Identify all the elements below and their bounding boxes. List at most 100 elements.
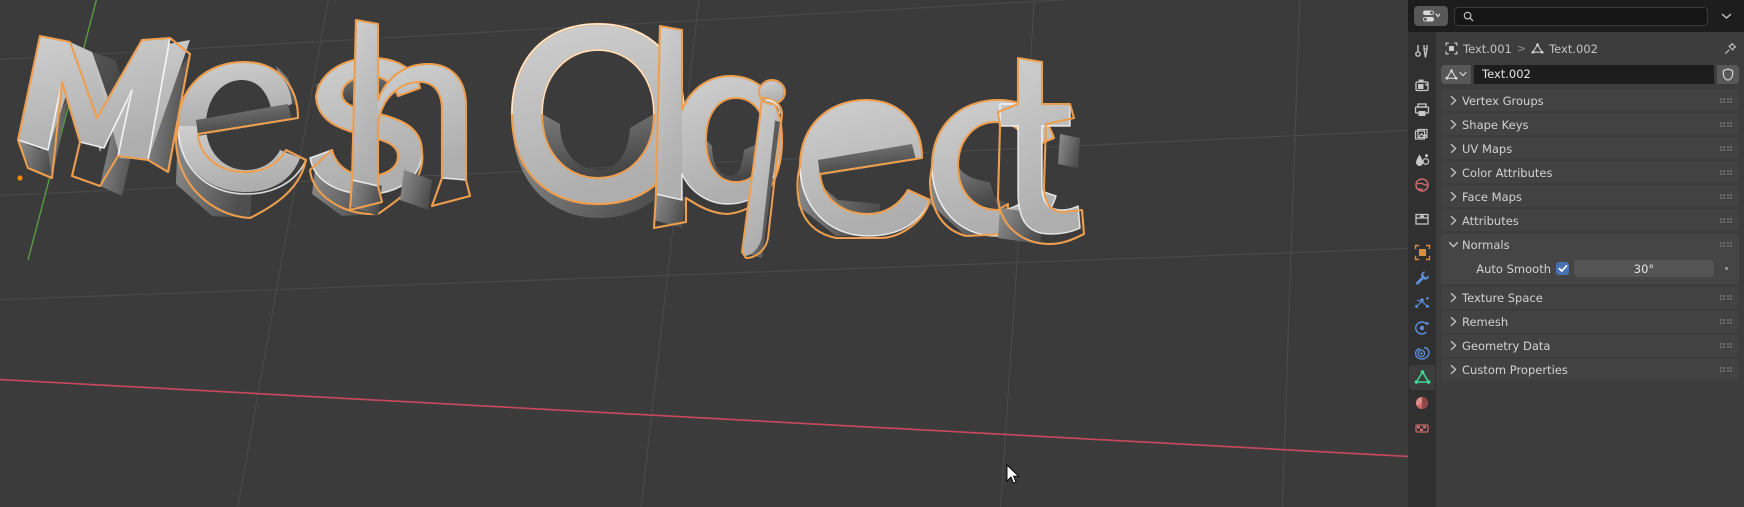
panel-header-uv-maps[interactable]: UV Maps: [1441, 138, 1739, 159]
chevron-right-icon: [1450, 340, 1457, 351]
tab-render[interactable]: [1409, 72, 1435, 97]
panel-drag-grip[interactable]: [1719, 145, 1732, 152]
glyph-M: [16, 34, 192, 196]
auto-smooth-row: Auto Smooth 30°: [1447, 259, 1733, 278]
panel-toggle-remesh[interactable]: [1447, 316, 1460, 327]
panel-title-normals: Normals: [1462, 237, 1510, 252]
id-block-row: Text.002: [1441, 64, 1739, 84]
panel-toggle-custom-properties[interactable]: [1447, 364, 1460, 375]
chevron-right-icon: [1450, 167, 1457, 178]
object-square-icon: [1414, 244, 1430, 261]
panel-toggle-face-maps[interactable]: [1447, 191, 1460, 202]
panel-header-normals[interactable]: Normals: [1441, 234, 1739, 255]
tab-output[interactable]: [1409, 97, 1435, 122]
wrench-icon: [1415, 271, 1429, 285]
panel-drag-grip[interactable]: [1719, 294, 1732, 301]
panel-header-shape-keys[interactable]: Shape Keys: [1441, 114, 1739, 135]
panel-list: Vertex Groups Shape Keys UV Maps Color Attr…: [1441, 90, 1739, 380]
filter-dropdown-button[interactable]: [1714, 6, 1738, 26]
tab-particles[interactable]: [1409, 290, 1435, 315]
editor-type-button[interactable]: [1414, 6, 1448, 26]
glyph-h: [348, 18, 472, 216]
material-sphere-icon: [1416, 396, 1428, 409]
tab-object[interactable]: [1409, 240, 1435, 265]
tab-view-layer[interactable]: [1409, 122, 1435, 147]
panel-drag-grip[interactable]: [1719, 241, 1732, 248]
tab-modifiers[interactable]: [1409, 265, 1435, 290]
mesh-name-field[interactable]: Text.002: [1474, 64, 1714, 84]
tab-scene[interactable]: [1409, 147, 1435, 172]
chevron-down-icon: [1721, 13, 1731, 19]
fake-user-button[interactable]: [1717, 64, 1739, 84]
panel-drag-grip[interactable]: [1719, 193, 1732, 200]
panel-header-geometry-data[interactable]: Geometry Data: [1441, 335, 1739, 356]
panel-custom-properties: Custom Properties: [1441, 359, 1739, 380]
auto-smooth-label: Auto Smooth: [1476, 261, 1551, 276]
auto-smooth-checkbox[interactable]: [1556, 262, 1569, 275]
panel-toggle-attributes[interactable]: [1447, 215, 1460, 226]
pin-id-button[interactable]: [1724, 42, 1737, 55]
tab-world[interactable]: [1409, 172, 1435, 197]
panel-header-texture-space[interactable]: Texture Space: [1441, 287, 1739, 308]
tab-object-data[interactable]: [1409, 365, 1435, 390]
browse-mesh-data-button[interactable]: [1441, 64, 1471, 84]
panel-drag-grip[interactable]: [1719, 342, 1732, 349]
chevron-right-icon: [1450, 292, 1457, 303]
collection-box-icon: [1415, 213, 1429, 225]
panel-toggle-geometry-data[interactable]: [1447, 340, 1460, 351]
tab-collection[interactable]: [1409, 206, 1435, 231]
search-input[interactable]: [1454, 6, 1708, 26]
panel-title-custom-properties: Custom Properties: [1462, 362, 1568, 377]
breadcrumb-data-name[interactable]: Text.002: [1549, 42, 1598, 56]
object-square-icon: [1445, 42, 1458, 55]
panel-header-attributes[interactable]: Attributes: [1441, 210, 1739, 231]
panel-title-color-attributes: Color Attributes: [1462, 165, 1553, 180]
camera-back-icon: [1415, 79, 1429, 91]
particles-icon: [1415, 296, 1429, 308]
blender-window: Text.001 > Text.002 Text.002 Vertex Grou…: [0, 0, 1744, 507]
tab-physics[interactable]: [1409, 315, 1435, 340]
panel-drag-grip[interactable]: [1719, 366, 1732, 373]
panel-drag-grip[interactable]: [1719, 318, 1732, 325]
panel-drag-grip[interactable]: [1719, 121, 1732, 128]
pin-icon: [1724, 42, 1737, 55]
shield-icon: [1722, 67, 1734, 81]
search-icon: [1463, 11, 1474, 21]
world-globe-icon: [1415, 177, 1429, 192]
panel-toggle-normals[interactable]: [1447, 240, 1460, 249]
panel-drag-grip[interactable]: [1719, 169, 1732, 176]
viewport-canvas: [0, 0, 1408, 507]
animate-property-decorator[interactable]: [1719, 262, 1733, 276]
panel-vertex-groups: Vertex Groups: [1441, 90, 1739, 111]
panel-header-custom-properties[interactable]: Custom Properties: [1441, 359, 1739, 380]
3d-viewport[interactable]: [0, 0, 1408, 507]
panel-face-maps: Face Maps: [1441, 186, 1739, 207]
panel-drag-grip[interactable]: [1719, 217, 1732, 224]
panel-toggle-texture-space[interactable]: [1447, 292, 1460, 303]
panel-toggle-shape-keys[interactable]: [1447, 119, 1460, 130]
panel-body-normals: Auto Smooth 30°: [1441, 255, 1739, 284]
panel-toggle-color-attributes[interactable]: [1447, 167, 1460, 178]
breadcrumb-object-name[interactable]: Text.001: [1463, 42, 1512, 56]
x-axis-line: [0, 378, 1408, 458]
panel-title-remesh: Remesh: [1462, 314, 1509, 329]
panel-title-texture-space: Texture Space: [1462, 290, 1543, 305]
panel-toggle-uv-maps[interactable]: [1447, 143, 1460, 154]
panel-header-vertex-groups[interactable]: Vertex Groups: [1441, 90, 1739, 111]
tab-object-constraints[interactable]: [1409, 340, 1435, 365]
checkmark-icon: [1558, 264, 1567, 272]
tab-material[interactable]: [1409, 390, 1435, 415]
panel-header-color-attributes[interactable]: Color Attributes: [1441, 162, 1739, 183]
tab-tool[interactable]: [1409, 38, 1435, 63]
panel-shape-keys: Shape Keys: [1441, 114, 1739, 135]
panel-header-remesh[interactable]: Remesh: [1441, 311, 1739, 332]
panel-texture-space: Texture Space: [1441, 287, 1739, 308]
panel-drag-grip[interactable]: [1719, 97, 1732, 104]
tab-texture[interactable]: [1409, 415, 1435, 440]
panel-header-face-maps[interactable]: Face Maps: [1441, 186, 1739, 207]
object-origin-dot: [17, 175, 23, 181]
panel-toggle-vertex-groups[interactable]: [1447, 95, 1460, 106]
mesh-data-triangle-icon: [1414, 370, 1430, 384]
printer-icon: [1414, 102, 1430, 116]
auto-smooth-angle-field[interactable]: 30°: [1574, 260, 1714, 277]
